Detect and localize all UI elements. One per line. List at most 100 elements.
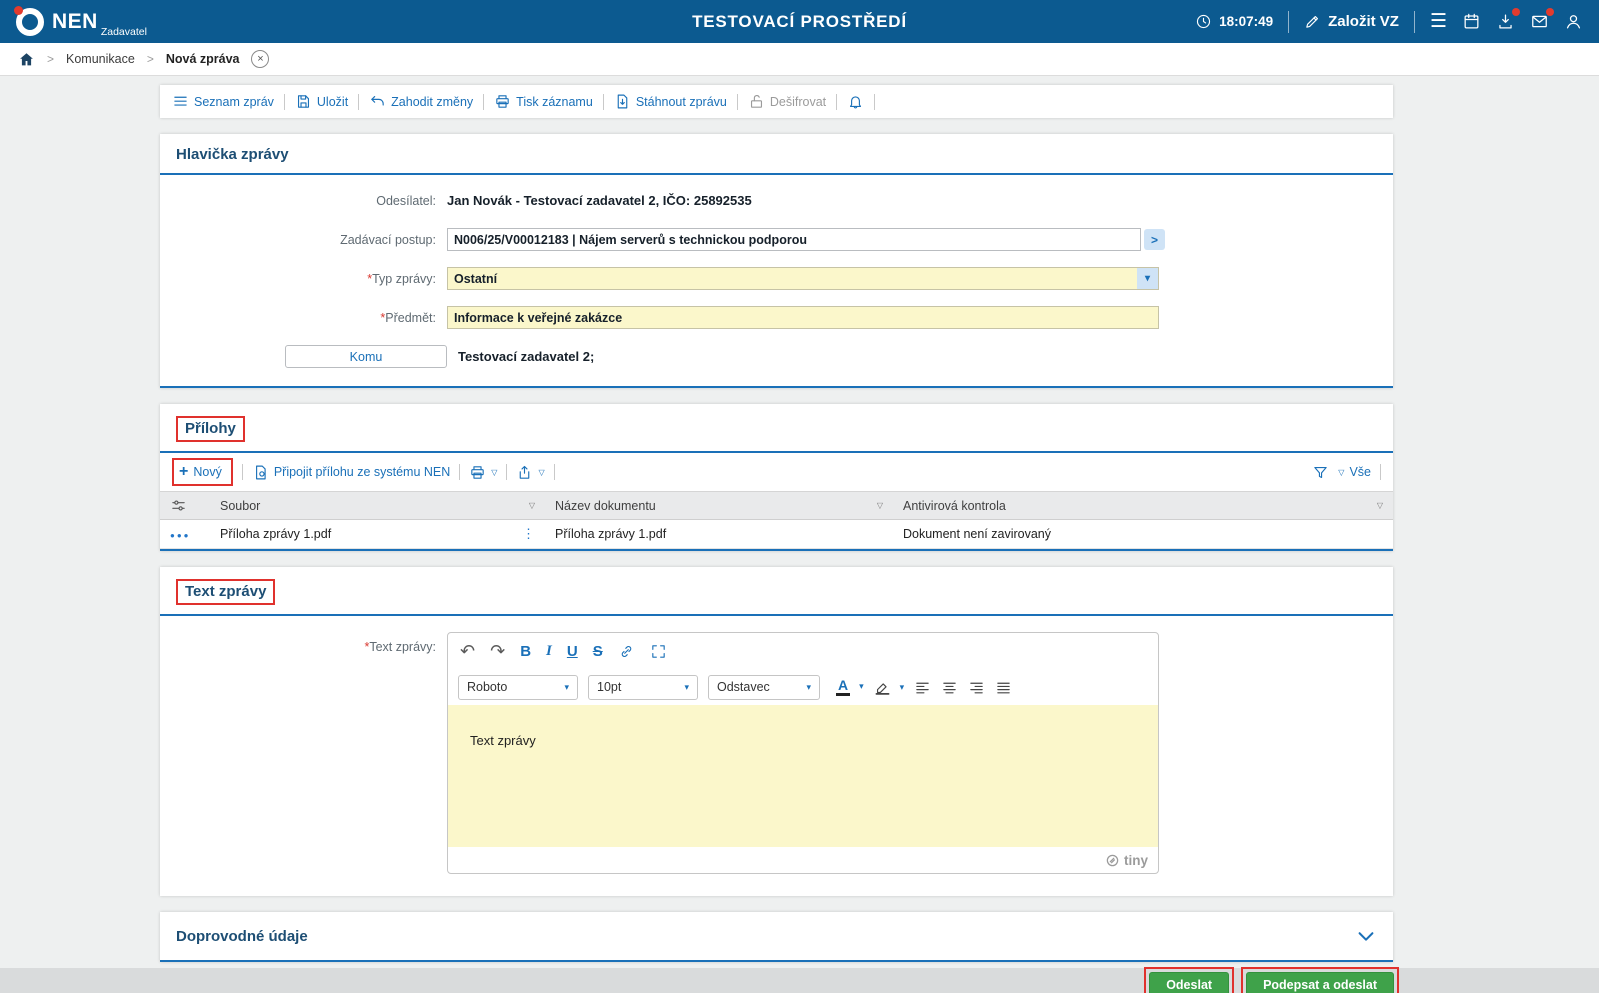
footer-action-bar: Odeslat Podepsat a odeslat — [0, 967, 1599, 993]
breadcrumb-nova-zprava: Nová zpráva — [165, 52, 240, 66]
expand-section-button[interactable] — [1355, 925, 1377, 947]
profile-button[interactable] — [1564, 12, 1583, 31]
filter-triangle-icon[interactable]: ▽ — [529, 501, 535, 510]
align-left-button[interactable] — [914, 679, 931, 696]
recipient-button-column: Komu — [160, 345, 447, 368]
print-attachments-button[interactable]: ▽ — [469, 464, 497, 481]
redo-button[interactable]: ↷ — [490, 642, 505, 660]
toolbar-separator — [459, 464, 461, 480]
home-button[interactable] — [18, 51, 35, 68]
funnel-icon — [1314, 466, 1328, 478]
italic-button[interactable]: I — [546, 643, 552, 659]
attach-from-nen-button[interactable]: Připojit přílohu ze systému NEN — [252, 464, 450, 481]
breadcrumb: > Komunikace > Nová zpráva × — [0, 43, 1599, 76]
create-vz-button[interactable]: Založit VZ — [1304, 13, 1399, 30]
message-type-select[interactable]: Ostatní ▾ — [447, 267, 1159, 290]
export-attachments-button[interactable]: ▽ — [516, 464, 545, 481]
section-title-text-zpravy: Text zprávy — [185, 583, 267, 600]
highlight-color-button[interactable]: ▾ — [874, 679, 904, 696]
message-text-section: Text zprávy *Text zprávy: ↶ ↷ B I U S Ro… — [160, 567, 1393, 896]
subject-input[interactable] — [447, 306, 1159, 329]
header-soubor[interactable]: Soubor ▽ — [210, 491, 545, 520]
attachment-row[interactable]: ●●● Příloha zprávy 1.pdf ⋮ Příloha zprávy… — [160, 519, 1393, 549]
calendar-button[interactable] — [1462, 12, 1481, 31]
new-attachment-button[interactable]: + Nový — [179, 464, 222, 480]
filter-triangle-icon[interactable]: ▽ — [1377, 501, 1383, 510]
section-title-doprovodne: Doprovodné údaje — [176, 927, 308, 945]
toolbar-notifications[interactable] — [847, 93, 864, 110]
align-right-button[interactable] — [968, 679, 985, 696]
header-nazev-dokumentu[interactable]: Název dokumentu ▽ — [545, 491, 893, 520]
recipient-komu-button[interactable]: Komu — [285, 345, 447, 368]
breadcrumb-separator: > — [47, 52, 55, 66]
link-icon — [621, 645, 632, 657]
header-label: Antivirová kontrola — [903, 498, 1006, 513]
filter-triangle-icon[interactable]: ▽ — [877, 501, 883, 510]
toolbar-ulozit[interactable]: Uložit — [295, 93, 348, 110]
bold-button[interactable]: B — [520, 644, 531, 659]
fullscreen-button[interactable] — [650, 643, 667, 660]
calendar-icon — [1464, 13, 1479, 29]
pencil-icon — [1306, 15, 1319, 28]
session-time-value: 18:07:49 — [1219, 14, 1274, 29]
close-tab-icon[interactable]: × — [251, 50, 270, 68]
chevron-right-icon: > — [1150, 232, 1158, 247]
font-size-dropdown[interactable]: 10pt ▾ — [588, 674, 698, 700]
editor-content-area[interactable]: Text zprávy — [448, 705, 1158, 847]
message-header-section: Hlavička zprávy Odesílatel: Jan Novák - … — [160, 134, 1393, 388]
strikethrough-button[interactable]: S — [593, 644, 603, 659]
text-color-a-icon: A — [836, 677, 851, 697]
row-menu-icon[interactable]: ●●● — [170, 531, 191, 540]
file-cell[interactable]: Příloha zprávy 1.pdf ⋮ — [210, 519, 545, 549]
messages-button[interactable] — [1530, 8, 1554, 31]
discard-changes-icon — [371, 95, 384, 106]
align-justify-icon — [997, 682, 1010, 693]
editor-footer: tiny — [448, 847, 1158, 873]
downloads-button[interactable] — [1496, 8, 1520, 31]
toolbar-stahnout-zpravu[interactable]: Stáhnout zprávu — [614, 93, 727, 110]
section-head: Text zprávy — [160, 567, 1393, 614]
send-button[interactable]: Odeslat — [1149, 972, 1230, 993]
subject-row: *Předmět: — [160, 298, 1393, 337]
toolbar-label: Dešifrovat — [769, 94, 827, 109]
filter-button[interactable] — [1312, 464, 1329, 481]
drag-dots-icon[interactable]: ⋮ — [522, 526, 535, 542]
procedure-open-button[interactable]: > — [1144, 229, 1165, 250]
attachments-toolbar: + Nový Připojit přílohu ze systému NEN ▽… — [160, 453, 1393, 491]
column-settings-header[interactable] — [160, 491, 210, 520]
section-title-hlavicka: Hlavička zprávy — [176, 146, 289, 163]
dropdown-triangle-icon: ▽ — [491, 467, 498, 477]
home-icon — [20, 52, 33, 65]
align-center-button[interactable] — [941, 679, 958, 696]
breadcrumb-komunikace[interactable]: Komunikace — [66, 52, 135, 66]
procedure-input[interactable] — [447, 228, 1141, 251]
toolbar-separator — [483, 93, 485, 110]
undo-button[interactable]: ↶ — [460, 642, 475, 660]
text-color-button[interactable]: A ▾ — [836, 677, 864, 697]
row-handle-cell[interactable]: ●●● — [160, 519, 210, 549]
file-name: Příloha zprávy 1.pdf — [220, 527, 332, 541]
block-format-dropdown[interactable]: Odstavec ▾ — [708, 674, 820, 700]
toolbar-label: Uložit — [316, 94, 349, 109]
align-justify-button[interactable] — [995, 679, 1012, 696]
app-header: NEN Zadavatel TESTOVACÍ PROSTŘEDÍ 18:07:… — [0, 0, 1599, 43]
attachments-section: Přílohy + Nový Připojit přílohu ze systé… — [160, 404, 1393, 551]
filter-all-dropdown[interactable]: ▽ Vše — [1338, 465, 1371, 479]
underline-button[interactable]: U — [567, 644, 578, 659]
annotation-box: Text zprávy — [176, 579, 276, 605]
document-name-cell[interactable]: Příloha zprávy 1.pdf — [545, 519, 893, 549]
toolbar-tisk-zaznamu[interactable]: Tisk záznamu — [494, 93, 593, 110]
sign-and-send-button[interactable]: Podepsat a odeslat — [1246, 972, 1394, 993]
fullscreen-icon — [652, 644, 665, 658]
header-antivirova-kontrola[interactable]: Antivirová kontrola ▽ — [893, 491, 1393, 520]
toolbar-zahodit-zmeny[interactable]: Zahodit změny — [369, 93, 473, 110]
toolbar-label: Tisk záznamu — [516, 94, 593, 109]
message-text-body: *Text zprávy: ↶ ↷ B I U S Roboto ▾ 10pt … — [160, 616, 1393, 896]
font-family-dropdown[interactable]: Roboto ▾ — [458, 674, 578, 700]
sender-row: Odesílatel: Jan Novák - Testovací zadava… — [160, 181, 1393, 220]
section-title-prilohy: Přílohy — [185, 420, 236, 437]
menu-icon[interactable]: ☰ — [1430, 12, 1447, 31]
clock-icon — [1196, 14, 1211, 29]
toolbar-seznam-zprav[interactable]: Seznam zpráv — [172, 93, 274, 110]
insert-link-button[interactable] — [618, 643, 635, 660]
